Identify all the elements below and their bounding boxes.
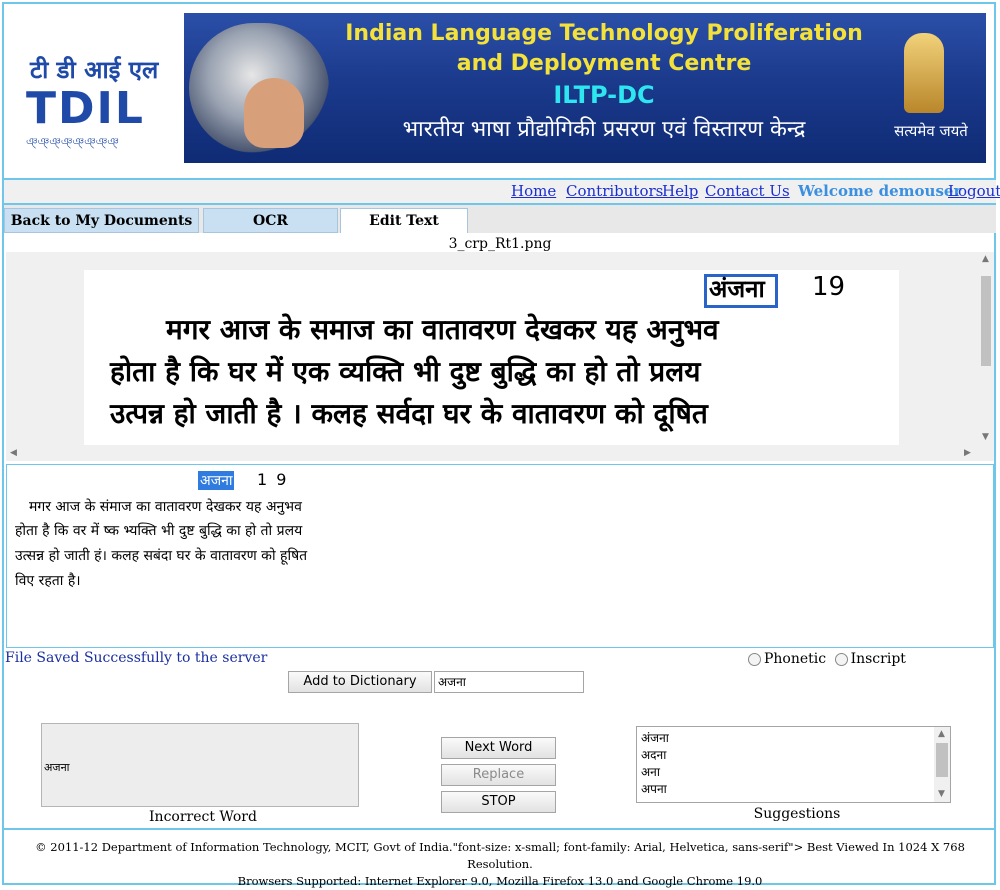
keyboard-mode-options: Phonetic Inscript	[748, 651, 906, 667]
suggestion-item[interactable]: अपना	[641, 780, 667, 797]
suggestions-scrollbar[interactable]: ▲ ▼	[934, 727, 950, 802]
scan-line: होता है कि घर में एक व्यक्ति भी दुष्ट बु…	[110, 355, 701, 388]
top-nav: Home Contributors Help Contact Us Welcom…	[4, 178, 1000, 205]
nav-contributors-link[interactable]: Contributors	[566, 182, 663, 200]
banner-title-line2: and Deployment Centre	[456, 51, 752, 76]
ocr-text-editor[interactable]: अजना 1 9 मगर आज के संमाज का वातावरण देखक…	[6, 464, 994, 648]
national-emblem-icon	[904, 33, 944, 113]
inscript-label: Inscript	[850, 651, 906, 667]
editor-line: मगर आज के संमाज का वातावरण देखकर यह अनुभ…	[29, 499, 302, 515]
tdil-logo: टी डी आई एल TDIL ঞ্ঞ্ঞ্ঞ্ঞ্ঞ্ঞ্ঞ্	[14, 13, 184, 163]
scroll-up-arrow-icon[interactable]: ▲	[938, 729, 945, 739]
tab-edit-text[interactable]: Edit Text	[340, 208, 468, 233]
viewer-vscroll-thumb[interactable]	[981, 276, 991, 366]
suggestions-list[interactable]: अंजना अदना अना अपना ▲ ▼	[636, 726, 951, 803]
editor-highlighted-word: अजना	[198, 471, 235, 490]
save-status-message: File Saved Successfully to the server	[5, 650, 268, 666]
viewer-horizontal-scrollbar[interactable]: ◀ ▶	[6, 445, 978, 461]
nav-home-link[interactable]: Home	[511, 182, 556, 200]
logo-tdil-text: TDIL	[26, 83, 145, 134]
header-banner: टी डी आई एल TDIL ঞ্ঞ্ঞ্ঞ্ঞ্ঞ্ঞ্ঞ্ Indian…	[14, 13, 986, 163]
incorrect-word-label: Incorrect Word	[149, 809, 257, 825]
tab-bar: Back to My Documents OCR Edit Text	[4, 205, 996, 233]
add-to-dictionary-button[interactable]: Add to Dictionary	[288, 671, 432, 693]
suggestion-item[interactable]: अंजना	[641, 729, 669, 746]
scan-line: उत्पन्न हो जाती है । कलह सर्वदा घर के वा…	[110, 397, 708, 430]
scroll-down-arrow-icon[interactable]: ▼	[982, 432, 989, 442]
banner-title-hindi: भारतीय भाषा प्रौद्योगिकी प्रसरण एवं विस्…	[402, 117, 806, 142]
incorrect-word-box[interactable]: अजना	[41, 723, 359, 807]
nav-logout-link[interactable]: Logout	[948, 182, 1000, 200]
inscript-radio[interactable]	[834, 652, 848, 666]
keyboard-hand-image	[189, 23, 329, 153]
tab-back-to-documents[interactable]: Back to My Documents	[4, 208, 199, 233]
phonetic-radio[interactable]	[748, 652, 761, 666]
replace-button[interactable]: Replace	[441, 764, 556, 786]
scroll-right-arrow-icon[interactable]: ▶	[964, 448, 971, 458]
incorrect-word-value: अजना	[44, 761, 70, 774]
banner-title-line1: Indian Language Technology Proliferation	[345, 21, 863, 46]
editor-line: उत्सन्न हो जाती हं। कलह सबंदा घर के वाता…	[15, 548, 308, 564]
page-footer: © 2011-12 Department of Information Tech…	[4, 828, 996, 888]
next-word-button[interactable]: Next Word	[441, 737, 556, 759]
suggestions-scroll-thumb[interactable]	[936, 743, 948, 777]
editor-line: विए रहता है।	[15, 573, 81, 589]
phonetic-label: Phonetic	[764, 651, 827, 667]
editor-line: होता है कि वर में ष्क भ्यक्ति भी दुष्ट ब…	[15, 523, 303, 539]
suggestion-item[interactable]: अना	[641, 763, 660, 780]
scroll-up-arrow-icon[interactable]: ▲	[982, 254, 989, 264]
logo-hindi-text: टी डी आई एल	[30, 56, 159, 84]
image-viewer[interactable]: अंजना 19 मगर आज के समाज का वातावरण देखकर…	[6, 252, 994, 461]
nav-help-link[interactable]: Help	[662, 182, 698, 200]
scroll-down-arrow-icon[interactable]: ▼	[938, 789, 945, 799]
footer-browsers: Browsers Supported: Internet Explorer 9.…	[237, 874, 763, 888]
dictionary-word-input[interactable]: अजना	[434, 671, 584, 693]
hand-image	[244, 78, 304, 148]
footer-copyright: © 2011-12 Department of Information Tech…	[35, 840, 965, 871]
welcome-user: Welcome demouser	[798, 182, 962, 200]
banner-title-abbr: ILTP-DC	[553, 81, 655, 109]
nav-contact-link[interactable]: Contact Us	[705, 182, 790, 200]
suggestions-label: Suggestions	[753, 806, 841, 822]
tab-ocr[interactable]: OCR	[203, 208, 338, 233]
scan-heading: अंजना	[709, 275, 765, 303]
scan-line: मगर आज के समाज का वातावरण देखकर यह अनुभव	[166, 313, 719, 346]
scanned-page-image: अंजना 19 मगर आज के समाज का वातावरण देखकर…	[84, 270, 899, 460]
scan-page-number: 19	[812, 272, 846, 302]
suggestion-item[interactable]: अदना	[641, 746, 666, 763]
editor-number: 1 9	[257, 470, 289, 489]
file-name: 3_crp_Rt1.png	[448, 236, 552, 252]
logo-sub-text: ঞ্ঞ্ঞ্ঞ্ঞ্ঞ্ঞ্ঞ্	[26, 135, 119, 148]
scroll-left-arrow-icon[interactable]: ◀	[10, 448, 17, 458]
emblem-motto: सत्यमेव जयते	[894, 122, 968, 140]
viewer-vertical-scrollbar[interactable]: ▲ ▼	[978, 252, 994, 445]
stop-button[interactable]: STOP	[441, 791, 556, 813]
